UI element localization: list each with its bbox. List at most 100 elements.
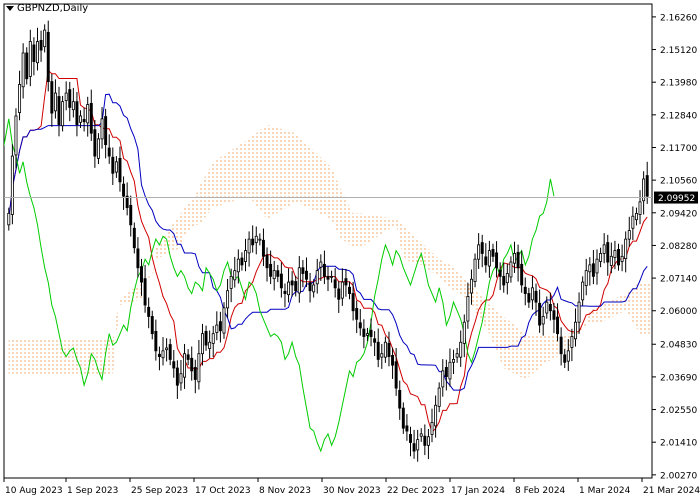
- candle-body: [602, 244, 606, 254]
- candle-body: [513, 253, 516, 264]
- candle-body: [319, 261, 323, 268]
- candle-body: [10, 155, 14, 215]
- candle-body: [254, 235, 258, 243]
- candle-body: [251, 238, 255, 246]
- candle-body: [434, 404, 438, 427]
- candle-body: [222, 307, 226, 334]
- candle-body: [620, 255, 624, 262]
- candle-body: [240, 257, 244, 266]
- candle-body: [591, 263, 595, 277]
- candle-body: [527, 293, 531, 303]
- candle-body: [111, 156, 115, 174]
- candle-body: [638, 201, 642, 215]
- candle-body: [362, 328, 366, 337]
- x-tick-label: 21 Mar 2024: [643, 486, 700, 496]
- candle-body: [143, 278, 147, 306]
- candle-body: [96, 138, 100, 159]
- candle-body: [208, 341, 212, 349]
- candle-body: [337, 288, 341, 300]
- candle-body: [57, 96, 61, 125]
- candle-body: [455, 353, 459, 358]
- candle-body: [606, 242, 610, 263]
- candle-body: [200, 333, 204, 355]
- y-tick-label: 2.11700: [660, 144, 697, 154]
- candle-body: [28, 41, 32, 77]
- candle-body: [315, 270, 319, 285]
- candle-body: [276, 270, 280, 277]
- x-tick-label: 30 Nov 2023: [323, 486, 381, 496]
- candle-body: [305, 270, 308, 280]
- candle-body: [233, 270, 237, 281]
- x-tick-label: 8 Feb 2024: [515, 486, 566, 496]
- candle-body: [509, 261, 513, 278]
- candle-body: [373, 338, 377, 343]
- candle-body: [595, 258, 599, 274]
- candle-body: [211, 333, 215, 344]
- candle-body: [165, 347, 169, 351]
- y-tick-label: 2.08280: [660, 242, 697, 252]
- candle-body: [294, 281, 298, 292]
- candle-body: [186, 354, 190, 360]
- candle-body: [398, 389, 402, 409]
- candle-body: [358, 322, 362, 329]
- candle-body: [218, 321, 222, 332]
- x-tick-label: 1 Mar 2024: [579, 486, 631, 496]
- x-tick-label: 22 Dec 2023: [387, 486, 445, 496]
- candle-body: [312, 284, 316, 293]
- candle-body: [394, 361, 398, 389]
- candle-body: [376, 341, 380, 360]
- candle-body: [624, 238, 628, 260]
- candle-body: [114, 161, 118, 173]
- y-tick-label: 2.06000: [660, 307, 697, 317]
- candle-body: [147, 306, 151, 317]
- candle-body: [7, 212, 11, 226]
- candle-body: [545, 301, 549, 314]
- candle-body: [229, 275, 233, 289]
- y-tick-label: 2.02550: [660, 406, 697, 416]
- candle-body: [369, 329, 373, 337]
- candle-body: [333, 279, 337, 289]
- candle-body: [46, 31, 50, 83]
- candle-body: [283, 290, 287, 294]
- candle-body: [570, 336, 574, 348]
- y-tick-label: 2.09420: [660, 209, 697, 219]
- candle-body: [21, 52, 25, 88]
- candle-body: [287, 281, 291, 296]
- plot-frame: [3, 3, 653, 479]
- candle-body: [18, 84, 22, 113]
- candle-body: [14, 115, 18, 156]
- candle-body: [387, 342, 391, 357]
- candle-body: [61, 101, 65, 127]
- candle-body: [140, 266, 143, 283]
- y-tick-label: 2.01410: [660, 439, 697, 449]
- candle-body: [416, 439, 420, 451]
- candle-body: [391, 355, 395, 366]
- candle-body: [469, 278, 473, 294]
- candle-body: [136, 248, 140, 269]
- candle-body: [32, 44, 36, 62]
- candle-body: [613, 250, 617, 258]
- candle-body: [100, 118, 104, 140]
- candle-body: [132, 227, 136, 249]
- candle-body: [552, 310, 556, 320]
- candle-body: [365, 333, 369, 336]
- candle-body: [430, 422, 434, 435]
- candle-body: [380, 353, 384, 358]
- candle-body: [437, 387, 441, 407]
- candle-body: [520, 263, 524, 286]
- candle-body: [634, 212, 638, 221]
- candle-body: [93, 129, 97, 157]
- candle-body: [563, 354, 567, 363]
- candle-body: [272, 270, 276, 280]
- candle-body: [36, 41, 39, 64]
- candle-body: [401, 407, 405, 429]
- candle-body: [154, 330, 158, 352]
- y-tick-label: 2.13980: [660, 79, 697, 89]
- candle-body: [157, 353, 161, 357]
- candle-body: [175, 367, 179, 386]
- candle-body: [538, 302, 542, 326]
- candle-body: [326, 275, 330, 280]
- candle-body: [348, 286, 351, 294]
- candle-body: [441, 370, 445, 388]
- candle-body: [79, 115, 83, 123]
